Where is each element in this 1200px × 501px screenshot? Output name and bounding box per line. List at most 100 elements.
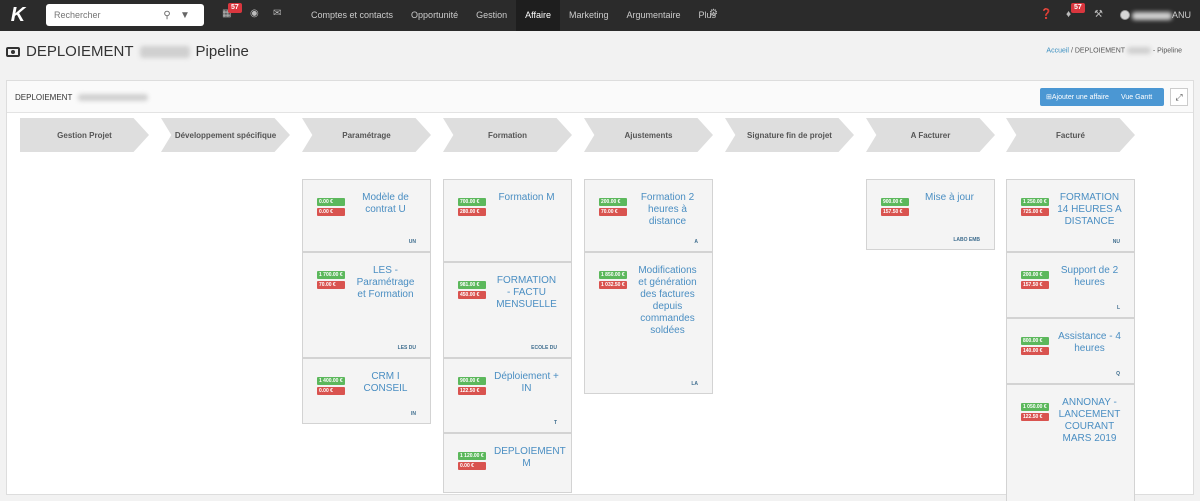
deal-amounts: 200.00 € 70.00 € xyxy=(599,198,627,218)
stage-header[interactable]: Ajustements xyxy=(584,118,713,152)
deal-title[interactable]: Modèle de contrat U xyxy=(353,192,418,216)
amount-badge-green: 700.00 € xyxy=(458,198,486,206)
deal-title[interactable]: FORMATION 14 HEURES A DISTANCE xyxy=(1057,192,1122,228)
panel-title: DEPLOIEMENT xyxy=(15,93,149,102)
stage-header[interactable]: Développement spécifique xyxy=(161,118,290,152)
menu-argumentaire[interactable]: Argumentaire xyxy=(617,0,689,31)
deal-title[interactable]: Déploiement + IN xyxy=(494,371,559,395)
deal-amounts: 1 400.00 € 0.00 € xyxy=(317,377,345,397)
deal-client: ECOLE DU xyxy=(531,345,557,351)
deal-card[interactable]: 1 050.00 € 122.50 € ANNONAY - LANCEMENT CO… xyxy=(1006,384,1135,501)
deal-client: NU xyxy=(1112,239,1120,245)
stage-header[interactable]: Facturé xyxy=(1006,118,1135,152)
amount-badge-red: 0.00 € xyxy=(458,462,486,470)
mail-icon[interactable]: ✉ xyxy=(273,8,281,19)
deal-card[interactable]: 1 400.00 € 0.00 € CRM I CONSEIL IN xyxy=(302,358,431,424)
breadcrumb-current-prefix: DEPLOIEMENT xyxy=(1074,47,1125,55)
deal-title[interactable]: DEPLOIEMENT M xyxy=(494,446,566,470)
deal-amounts: 981.00 € 450.00 € xyxy=(458,281,486,301)
deal-title[interactable]: Assistance - 4 heures xyxy=(1057,331,1122,355)
deal-card[interactable]: 1 120.00 € 0.00 € DEPLOIEMENT M xyxy=(443,433,572,493)
search-input[interactable] xyxy=(54,10,158,20)
expand-button[interactable]: ⤢ xyxy=(1170,88,1188,106)
amount-badge-green: 1 050.00 € xyxy=(1021,403,1049,411)
calendar-badge: 57 xyxy=(228,3,242,13)
amount-badge-green: 900.00 € xyxy=(881,198,909,206)
wrench-icon[interactable]: ⚒ xyxy=(1094,9,1103,20)
deal-title[interactable]: Modifications et génération des factures… xyxy=(635,265,700,337)
logo[interactable]: K xyxy=(0,0,36,31)
deal-title[interactable]: CRM I CONSEIL xyxy=(353,371,418,395)
search-icon[interactable]: ⚲ xyxy=(158,10,176,21)
amount-badge-green: 1 850.00 € xyxy=(599,271,627,279)
amount-badge-red: 280.00 € xyxy=(458,208,486,216)
deal-card[interactable]: 700.00 € 280.00 € Formation M xyxy=(443,179,572,262)
notification-badge: 57 xyxy=(1071,3,1085,13)
dashboard-icon[interactable]: ⚙ xyxy=(709,8,718,19)
stage-header[interactable]: Gestion Projet xyxy=(20,118,149,152)
redacted-user xyxy=(1132,11,1172,20)
deal-card[interactable]: 200.00 € 157.50 € Support de 2 heures L xyxy=(1006,252,1135,318)
filter-icon[interactable]: ▼ xyxy=(176,10,194,21)
deal-card[interactable]: 1 850.00 € 1 032.50 € Modifications et gén… xyxy=(584,252,713,394)
deal-card[interactable]: 800.00 € 140.00 € Assistance - 4 heures Q xyxy=(1006,318,1135,384)
breadcrumb-home[interactable]: Accueil xyxy=(1046,47,1069,54)
amount-badge-red: 1 032.50 € xyxy=(599,281,627,289)
stage-header[interactable]: A Facturer xyxy=(866,118,995,152)
menu-opportunite[interactable]: Opportunité xyxy=(402,0,467,31)
add-deal-label: Ajouter une affaire xyxy=(1051,94,1109,101)
deal-amounts: 200.00 € 157.50 € xyxy=(1021,271,1049,291)
stage-header[interactable]: Signature fin de projet xyxy=(725,118,854,152)
help-icon[interactable]: ❓ xyxy=(1040,9,1052,20)
deal-title[interactable]: ANNONAY - LANCEMENT COURANT MARS 2019 xyxy=(1057,397,1122,445)
deal-title[interactable]: Mise à jour xyxy=(917,192,982,204)
stage-header[interactable]: Formation xyxy=(443,118,572,152)
deal-card[interactable]: 200.00 € 70.00 € Formation 2 heures à dist… xyxy=(584,179,713,252)
action-buttons: ⊞Ajouter une affaire Vue Gantt xyxy=(1040,88,1164,106)
amount-badge-red: 0.00 € xyxy=(317,387,345,395)
amount-badge-red: 157.50 € xyxy=(881,208,909,216)
stage-header[interactable]: Paramétrage xyxy=(302,118,431,152)
deal-card[interactable]: 1 700.00 € 70.00 € LES - Paramétrage et Fo… xyxy=(302,252,431,358)
amount-badge-red: 725.00 € xyxy=(1021,208,1049,216)
menu-marketing[interactable]: Marketing xyxy=(560,0,618,31)
deal-card[interactable]: 981.00 € 450.00 € FORMATION - FACTU MENSUE… xyxy=(443,262,572,358)
deal-title[interactable]: FORMATION - FACTU MENSUELLE xyxy=(494,275,559,311)
avatar[interactable] xyxy=(1120,10,1130,20)
breadcrumb: Accueil / DEPLOIEMENT - Pipeline xyxy=(1046,47,1182,54)
menu-gestion[interactable]: Gestion xyxy=(467,0,516,31)
search-box[interactable]: ⚲ ▼ xyxy=(46,4,204,26)
deal-client: T xyxy=(553,420,557,426)
deal-card[interactable]: 0.00 € 0.00 € Modèle de contrat U UN xyxy=(302,179,431,252)
menu-plus[interactable]: Plus xyxy=(690,0,726,31)
deal-title[interactable]: Formation 2 heures à distance xyxy=(635,192,700,228)
lightbulb-icon[interactable]: ◉ xyxy=(250,8,259,19)
deal-card[interactable]: 900.00 € 122.50 € Déploiement + IN T xyxy=(443,358,572,433)
stage-column: 900.00 € 157.50 € Mise à jour LABO EMB xyxy=(866,179,995,250)
deal-amounts: 1 850.00 € 1 032.50 € xyxy=(599,271,627,291)
panel-header: DEPLOIEMENT ⊞Ajouter une affaire Vue Gan… xyxy=(7,81,1193,113)
deal-amounts: 700.00 € 280.00 € xyxy=(458,198,486,218)
deal-client: IN xyxy=(411,411,416,417)
deal-card[interactable]: 1 250.00 € 725.00 € FORMATION 14 HEURES A … xyxy=(1006,179,1135,252)
amount-badge-green: 900.00 € xyxy=(458,377,486,385)
redacted-panel-title xyxy=(78,94,149,102)
menu-comptes-contacts[interactable]: Comptes et contacts xyxy=(302,0,402,31)
redacted-title xyxy=(139,45,190,58)
amount-badge-red: 140.00 € xyxy=(1021,347,1049,355)
user-menu[interactable]: ANU xyxy=(1132,10,1191,20)
amount-badge-red: 122.50 € xyxy=(458,387,486,395)
panel-title-text: DEPLOIEMENT xyxy=(15,93,73,102)
deal-title[interactable]: Formation M xyxy=(494,192,559,204)
deal-title[interactable]: Support de 2 heures xyxy=(1057,265,1122,289)
deal-title[interactable]: LES - Paramétrage et Formation xyxy=(353,265,418,301)
stage-column: 0.00 € 0.00 € Modèle de contrat U UN 1 700.0… xyxy=(302,179,431,424)
amount-badge-green: 1 700.00 € xyxy=(317,271,345,279)
amount-badge-red: 0.00 € xyxy=(317,208,345,216)
page-title: DEPLOIEMENT Pipeline xyxy=(6,43,249,60)
gantt-view-button[interactable]: Vue Gantt xyxy=(1115,94,1158,101)
add-deal-button[interactable]: ⊞Ajouter une affaire xyxy=(1040,93,1115,101)
stage-column: 1 250.00 € 725.00 € FORMATION 14 HEURES A … xyxy=(1006,179,1135,501)
menu-affaire[interactable]: Affaire xyxy=(516,0,560,31)
deal-card[interactable]: 900.00 € 157.50 € Mise à jour LABO EMB xyxy=(866,179,995,250)
